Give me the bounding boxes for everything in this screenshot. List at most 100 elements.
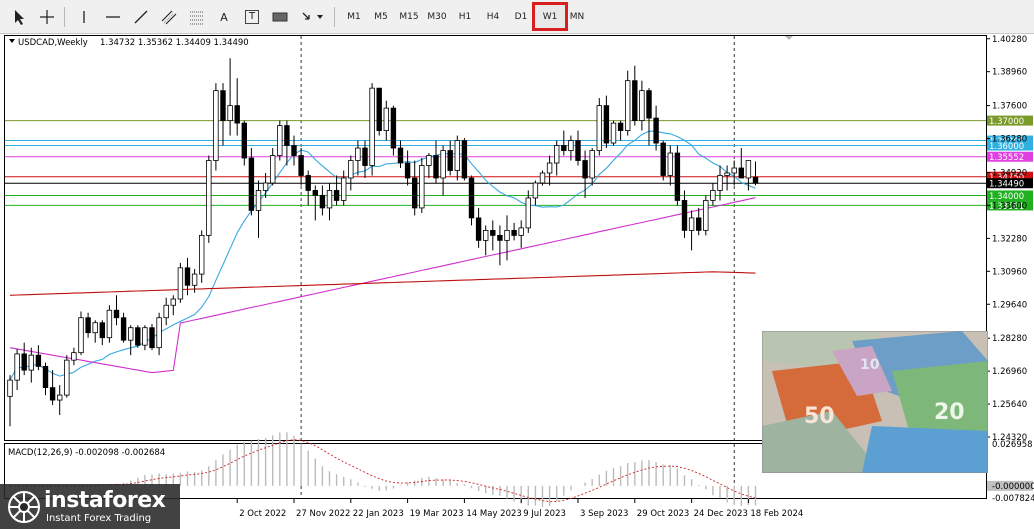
candle-body [355, 147, 361, 161]
fibonacci-icon[interactable] [186, 6, 208, 28]
candle-body [397, 147, 404, 164]
text-tool-button[interactable]: A [214, 6, 234, 28]
toolbar-separator [64, 7, 65, 27]
candle-body [340, 177, 347, 201]
candle-body [440, 150, 446, 179]
time-tick-label: 18 Feb 2024 [750, 509, 803, 519]
candle-body [681, 200, 688, 231]
candle-body [170, 298, 176, 306]
time-tick-label: 19 Mar 2023 [410, 509, 464, 519]
candle-body [639, 90, 645, 121]
candle-body [433, 155, 439, 179]
candle-body [113, 309, 120, 319]
candle-body [305, 175, 311, 191]
candle-body [660, 142, 666, 176]
timeframe-h1[interactable]: H1 [451, 6, 479, 28]
candle-body [191, 273, 198, 286]
candle-body [610, 122, 617, 144]
time-tick-label: 27 Nov 2022 [296, 509, 350, 519]
candle-body [724, 172, 730, 176]
candle-body [326, 190, 333, 209]
candle-body [163, 304, 169, 319]
vertical-line-icon[interactable] [74, 6, 94, 28]
toolbar-separator [334, 7, 335, 27]
candle-body [28, 354, 34, 371]
candle-body [213, 90, 219, 161]
candle-body [284, 125, 290, 146]
candle-body [206, 160, 212, 236]
candle-body [511, 229, 517, 236]
candle-body [539, 172, 546, 184]
candle-body [696, 217, 702, 231]
trend-line-icon[interactable] [130, 6, 152, 28]
arrows-dropdown-icon[interactable] [298, 6, 326, 28]
candle-body [383, 107, 389, 131]
timeframe-h4[interactable]: H4 [479, 6, 507, 28]
time-tick-label: 22 Jan 2023 [353, 509, 404, 519]
text-label-button[interactable]: T [242, 6, 262, 28]
candle-body [120, 317, 127, 341]
ohlc-values: 1.34732 1.35362 1.34409 1.34490 [100, 38, 249, 48]
candle-body [717, 175, 723, 191]
candle-body [532, 182, 539, 199]
candle-body [7, 379, 13, 397]
candle-body [85, 317, 91, 334]
chart-area[interactable]: 1.370001.362001.360001.355521.347501.344… [4, 35, 1034, 529]
candle-body [454, 140, 460, 171]
candle-body [177, 267, 184, 300]
candle-body [64, 359, 70, 396]
time-tick-label: 3 Sep 2023 [580, 509, 628, 519]
candle-body [390, 107, 397, 149]
price-tick-label: 1.29640 [992, 300, 1027, 310]
level-price-label: 1.35552 [989, 153, 1024, 163]
candle-body [504, 229, 510, 241]
candle-body [738, 167, 744, 179]
banknote-10-glyph: 10 [860, 357, 880, 373]
timeframe-d1[interactable]: D1 [507, 6, 535, 28]
candle-body [667, 152, 673, 176]
candle-body [156, 317, 162, 349]
candle-body [319, 195, 326, 209]
price-tick-label: 1.38960 [992, 68, 1027, 78]
timeframe-m30[interactable]: M30 [423, 6, 451, 28]
time-tick-label: 14 May 2023 [466, 509, 521, 519]
candle-body [57, 394, 63, 401]
timeframe-m5[interactable]: M5 [367, 6, 395, 28]
timeframe-mn[interactable]: MN [563, 6, 591, 28]
toolbar: A T M1 M5 M15 M30 H1 H4 D1 W1 MN [0, 0, 1034, 34]
candle-body [376, 87, 382, 131]
candle-body [575, 140, 581, 161]
candle-body [745, 160, 752, 179]
price-tick-label: 1.25640 [992, 400, 1027, 410]
candle-body [78, 317, 84, 354]
price-axis: 1.370001.362001.360001.355521.347501.344… [986, 35, 1034, 504]
macd-tick-label: -0.007824 [992, 494, 1034, 504]
candle-body [546, 162, 553, 174]
channel-icon[interactable] [158, 6, 180, 28]
logo-emblem-icon [8, 491, 40, 523]
candle-body [333, 190, 340, 201]
candle-body [362, 147, 368, 166]
time-tick-label: 2 Oct 2022 [239, 509, 286, 519]
cursor-icon[interactable] [8, 6, 30, 28]
rectangle-icon[interactable] [270, 6, 290, 28]
logo-brand: instaforex [44, 488, 166, 513]
timeframe-m1[interactable]: M1 [340, 6, 368, 28]
crosshair-icon[interactable] [36, 6, 58, 28]
candle-body [646, 90, 652, 119]
horizontal-line-icon[interactable] [102, 6, 124, 28]
candle-body [625, 80, 631, 131]
text-label-glyph: T [245, 10, 259, 24]
price-tick-label: 1.30960 [992, 267, 1027, 277]
candle-body [35, 354, 42, 367]
candle-body [404, 162, 411, 179]
price-tick-label: 1.28280 [992, 334, 1027, 344]
candle-body [369, 87, 375, 166]
candle-body [688, 217, 695, 231]
timeframe-m15[interactable]: M15 [395, 6, 423, 28]
candle-body [490, 229, 496, 236]
price-tick-label: 1.34920 [992, 168, 1027, 178]
banknote-50-glyph: 50 [804, 404, 835, 429]
macd-tick-label: 0.026958 [992, 440, 1033, 450]
time-tick-label: 29 Oct 2023 [637, 509, 690, 519]
